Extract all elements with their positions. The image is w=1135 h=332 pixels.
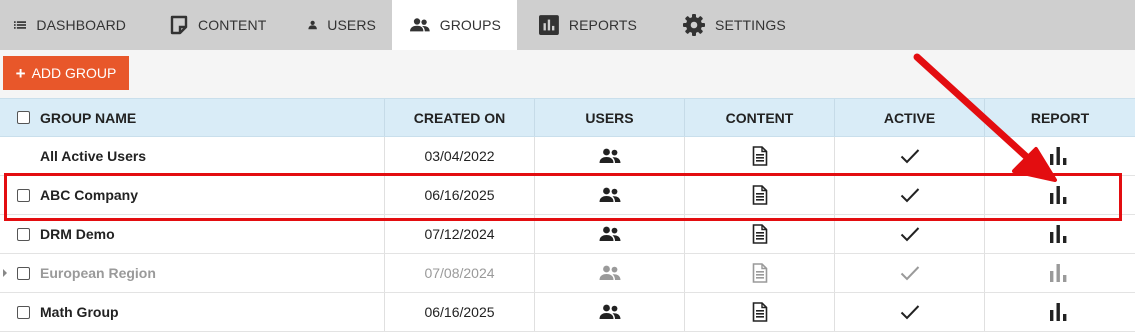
group-name[interactable]: All Active Users	[40, 148, 146, 164]
bar-chart-box-icon	[539, 15, 559, 35]
document-icon[interactable]	[752, 185, 768, 205]
tab-label: REPORTS	[568, 17, 637, 33]
checkmark-icon	[900, 149, 919, 164]
created-date: 06/16/2025	[424, 304, 495, 320]
table-row[interactable]: ABC Company 06/16/2025	[0, 176, 1135, 215]
checkmark-icon	[900, 227, 919, 242]
header-active[interactable]: ACTIVE	[835, 99, 985, 136]
header-report[interactable]: REPORT	[985, 99, 1135, 136]
tab-users[interactable]: USERS	[284, 0, 392, 50]
group-icon	[410, 18, 430, 32]
row-checkbox[interactable]	[17, 266, 30, 280]
row-checkbox[interactable]	[17, 305, 30, 319]
checkmark-icon	[900, 188, 919, 203]
group-name-cell: European Region	[0, 254, 385, 292]
created-cell: 03/04/2022	[385, 137, 535, 175]
tab-dashboard[interactable]: DASHBOARD	[0, 0, 142, 50]
select-all-checkbox[interactable]	[17, 111, 30, 124]
group-name-cell: Math Group	[0, 293, 385, 331]
bar-chart-icon[interactable]	[1049, 263, 1071, 283]
created-date: 07/08/2024	[424, 265, 495, 281]
group-name-cell: DRM Demo	[0, 215, 385, 253]
tab-label: CONTENT	[198, 17, 267, 33]
document-icon[interactable]	[752, 263, 768, 283]
gear-icon	[683, 14, 705, 36]
table-row[interactable]: European Region 07/08/2024	[0, 254, 1135, 293]
table-header: GROUP NAME CREATED ON USERS CONTENT ACTI…	[0, 98, 1135, 137]
tab-label: DASHBOARD	[36, 17, 126, 33]
group-users-icon[interactable]	[599, 265, 621, 281]
expand-caret-icon[interactable]	[3, 269, 7, 277]
created-cell: 07/12/2024	[385, 215, 535, 253]
tab-label: SETTINGS	[715, 17, 786, 33]
document-icon[interactable]	[752, 302, 768, 322]
top-nav: DASHBOARD CONTENT USERS GROUPS REPORTS S…	[0, 0, 1135, 50]
created-cell: 06/16/2025	[385, 293, 535, 331]
row-checkbox[interactable]	[17, 188, 30, 202]
group-name[interactable]: ABC Company	[40, 187, 138, 203]
row-checkbox[interactable]	[17, 227, 30, 241]
bar-chart-icon[interactable]	[1049, 302, 1071, 322]
group-users-icon[interactable]	[599, 187, 621, 203]
group-name[interactable]: Math Group	[40, 304, 119, 320]
checkmark-icon	[900, 266, 919, 281]
group-name-cell: All Active Users	[0, 137, 385, 175]
list-icon	[14, 21, 27, 29]
add-group-button[interactable]: + ADD GROUP	[3, 56, 129, 90]
created-date: 07/12/2024	[424, 226, 495, 242]
tab-label: USERS	[327, 17, 376, 33]
created-cell: 07/08/2024	[385, 254, 535, 292]
toolbar: + ADD GROUP	[0, 50, 1135, 98]
table-row[interactable]: Math Group 06/16/2025	[0, 293, 1135, 332]
group-name-cell: ABC Company	[0, 176, 385, 214]
tab-content[interactable]: CONTENT	[142, 0, 284, 50]
group-name[interactable]: European Region	[40, 265, 156, 281]
group-users-icon[interactable]	[599, 148, 621, 164]
document-icon[interactable]	[752, 146, 768, 166]
bar-chart-icon[interactable]	[1049, 185, 1071, 205]
checkmark-icon	[900, 305, 919, 320]
user-icon	[308, 20, 317, 30]
created-cell: 06/16/2025	[385, 176, 535, 214]
group-name[interactable]: DRM Demo	[40, 226, 115, 242]
header-group-name[interactable]: GROUP NAME	[0, 99, 385, 136]
bar-chart-icon[interactable]	[1049, 146, 1071, 166]
tab-groups[interactable]: GROUPS	[392, 0, 517, 50]
group-users-icon[interactable]	[599, 304, 621, 320]
add-group-label: ADD GROUP	[31, 65, 117, 81]
plus-icon: +	[15, 63, 26, 83]
table-row[interactable]: DRM Demo 07/12/2024	[0, 215, 1135, 254]
tab-label: GROUPS	[439, 17, 501, 33]
created-date: 03/04/2022	[424, 148, 495, 164]
document-icon[interactable]	[752, 224, 768, 244]
header-created-on[interactable]: CREATED ON	[385, 99, 535, 136]
bar-chart-icon[interactable]	[1049, 224, 1071, 244]
tab-reports[interactable]: REPORTS	[517, 0, 653, 50]
sticky-note-icon	[170, 15, 188, 35]
group-users-icon[interactable]	[599, 226, 621, 242]
groups-table: GROUP NAME CREATED ON USERS CONTENT ACTI…	[0, 98, 1135, 332]
header-users[interactable]: USERS	[535, 99, 685, 136]
tab-settings[interactable]: SETTINGS	[653, 0, 813, 50]
header-content[interactable]: CONTENT	[685, 99, 835, 136]
created-date: 06/16/2025	[424, 187, 495, 203]
table-row[interactable]: All Active Users 03/04/2022	[0, 137, 1135, 176]
